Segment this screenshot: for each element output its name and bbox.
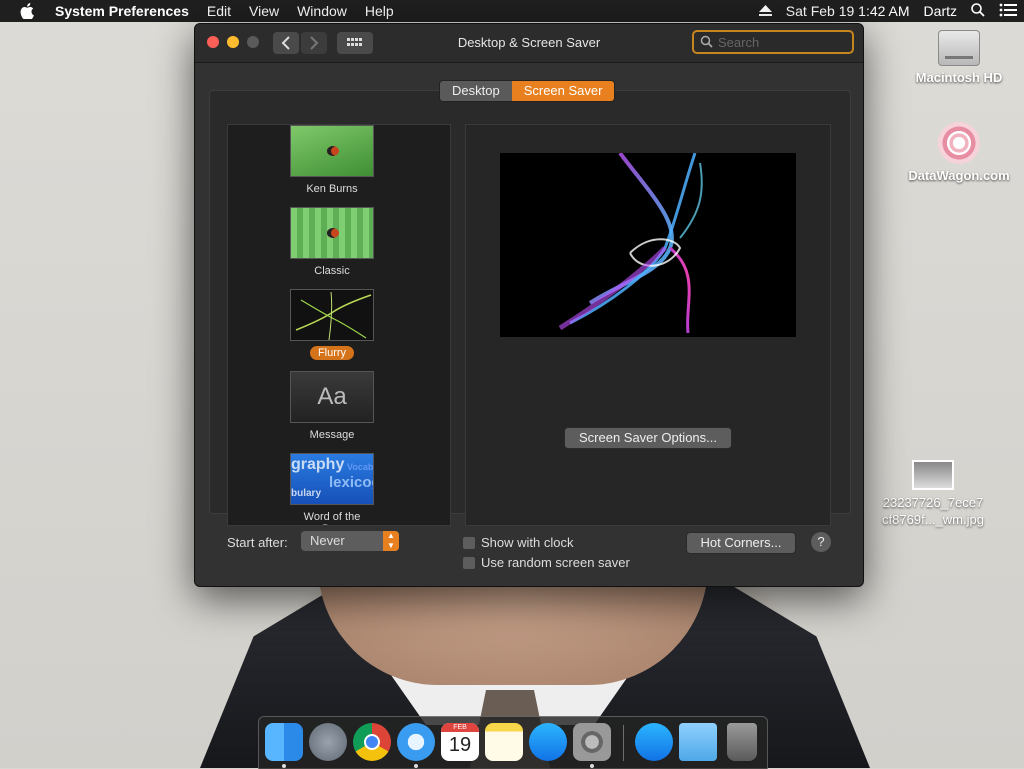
trash-icon[interactable] [727, 723, 757, 761]
chrome-icon[interactable] [353, 723, 391, 761]
running-indicator [590, 764, 594, 768]
finder-icon[interactable] [265, 723, 303, 761]
menu-clock[interactable]: Sat Feb 19 1:42 AM [779, 3, 917, 19]
apple-menu-icon[interactable] [18, 3, 36, 19]
checkbox-box[interactable] [463, 556, 475, 569]
menu-window[interactable]: Window [288, 3, 356, 19]
desktop-icon-datawagon[interactable]: DataWagon.com [900, 122, 1018, 183]
tab-desktop[interactable]: Desktop [440, 81, 512, 101]
saver-message[interactable]: Aa Message [290, 371, 374, 442]
file-name-line2: cf8769f..._wm.jpg [882, 512, 984, 527]
select-arrows-icon: ▲ ▼ [383, 531, 399, 551]
desktop-icon-image-file[interactable]: 23237726_7ece7 cf8769f..._wm.jpg [872, 460, 994, 528]
running-indicator [414, 764, 418, 768]
downloads-folder-icon[interactable] [679, 723, 717, 761]
screen-saver-preview [500, 153, 796, 337]
system-preferences-icon[interactable] [573, 723, 611, 761]
checkbox-box[interactable] [463, 536, 475, 549]
word-of-the-day-thumbnail: graphy lexicog bulary Vocab [290, 453, 374, 505]
random-screen-saver-checkbox[interactable]: Use random screen saver [463, 555, 630, 570]
notes-icon[interactable] [485, 723, 523, 761]
menu-user[interactable]: Dartz [917, 3, 964, 19]
menu-view[interactable]: View [240, 3, 288, 19]
start-after-label: Start after: [227, 535, 288, 550]
search-icon [700, 35, 713, 48]
dock: FEB 19 [258, 716, 768, 769]
search-field[interactable] [692, 30, 854, 54]
help-button[interactable]: ? [811, 532, 831, 552]
show-with-clock-checkbox[interactable]: Show with clock [463, 535, 573, 550]
dock-separator [623, 725, 624, 761]
running-indicator [282, 764, 286, 768]
saver-ken-burns[interactable]: Ken Burns [290, 125, 374, 196]
menu-help[interactable]: Help [356, 3, 403, 19]
window-titlebar[interactable]: Desktop & Screen Saver [195, 24, 863, 63]
classic-thumbnail [290, 207, 374, 259]
app-store-icon[interactable] [529, 723, 567, 761]
safari-icon[interactable] [397, 723, 435, 761]
tab-screen-saver[interactable]: Screen Saver [511, 81, 615, 101]
flurry-thumbnail [290, 289, 374, 341]
message-thumbnail: Aa [290, 371, 374, 423]
screen-saver-list[interactable]: Ken Burns Classic Flurry Aa Message grap… [227, 124, 451, 526]
screen-saver-options-button[interactable]: Screen Saver Options... [564, 427, 732, 449]
saver-word-of-the-day[interactable]: graphy lexicog bulary Vocab Word of the … [290, 453, 374, 525]
file-name-line1: 23237726_7ece7 [882, 495, 984, 510]
calendar-icon[interactable]: FEB 19 [441, 723, 479, 761]
app-store-download-icon[interactable] [635, 723, 673, 761]
preview-area: Screen Saver Options... [465, 124, 831, 526]
spotlight-search-icon[interactable] [964, 2, 992, 20]
menu-app-name[interactable]: System Preferences [46, 3, 198, 19]
saver-classic[interactable]: Classic [290, 207, 374, 278]
ken-burns-thumbnail [290, 125, 374, 177]
menu-edit[interactable]: Edit [198, 3, 240, 19]
image-file-icon [912, 460, 954, 490]
hot-corners-button[interactable]: Hot Corners... [686, 532, 796, 554]
search-input[interactable] [716, 33, 850, 51]
ladybug-icon [327, 146, 339, 156]
desktop-screen-saver-window: Desktop & Screen Saver Desktop Screen Sa… [194, 23, 864, 587]
notification-center-icon[interactable] [992, 3, 1024, 20]
ladybug-icon [327, 228, 339, 238]
tab-control: Desktop Screen Saver [439, 80, 616, 102]
launchpad-icon[interactable] [309, 723, 347, 761]
eject-icon[interactable] [752, 3, 779, 19]
datawagon-icon [938, 122, 980, 164]
hard-drive-icon [938, 30, 980, 66]
saver-flurry[interactable]: Flurry [290, 289, 374, 360]
menu-bar: System Preferences Edit View Window Help… [0, 0, 1024, 22]
desktop-icon-macintosh-hd[interactable]: Macintosh HD [905, 30, 1013, 85]
start-after-select[interactable]: Never ▲ ▼ [301, 531, 399, 551]
